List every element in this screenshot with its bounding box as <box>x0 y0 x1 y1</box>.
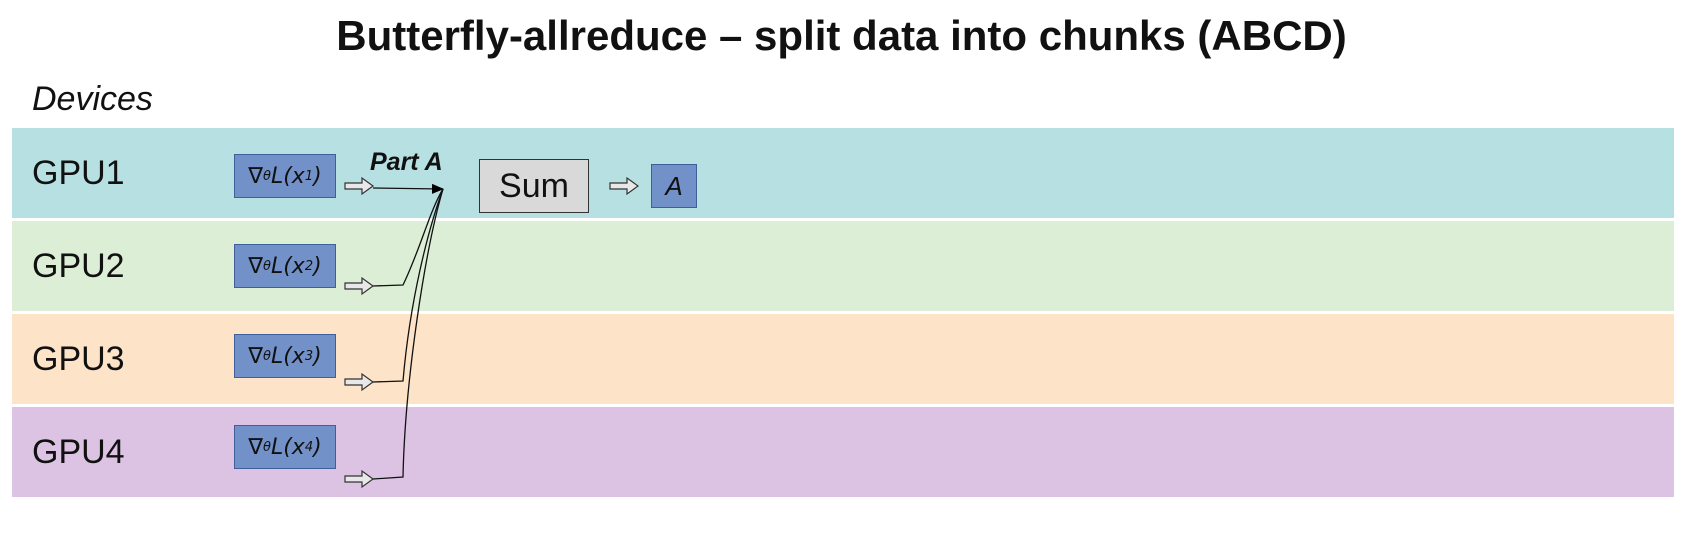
sum-box: Sum <box>479 159 589 213</box>
gpu1-hollow-arrow <box>344 176 375 196</box>
gpu2-wire <box>372 188 444 287</box>
sum-hollow-arrow <box>609 176 640 196</box>
gpu2-hollow-arrow <box>344 276 375 296</box>
gpu3-hollow-arrow <box>344 372 375 392</box>
result-a-box: A <box>651 164 697 208</box>
connection-wires <box>344 176 640 489</box>
gpu1-wire <box>372 183 444 194</box>
part-a-label: Part A <box>370 148 443 176</box>
gpu4-hollow-arrow <box>344 469 375 489</box>
